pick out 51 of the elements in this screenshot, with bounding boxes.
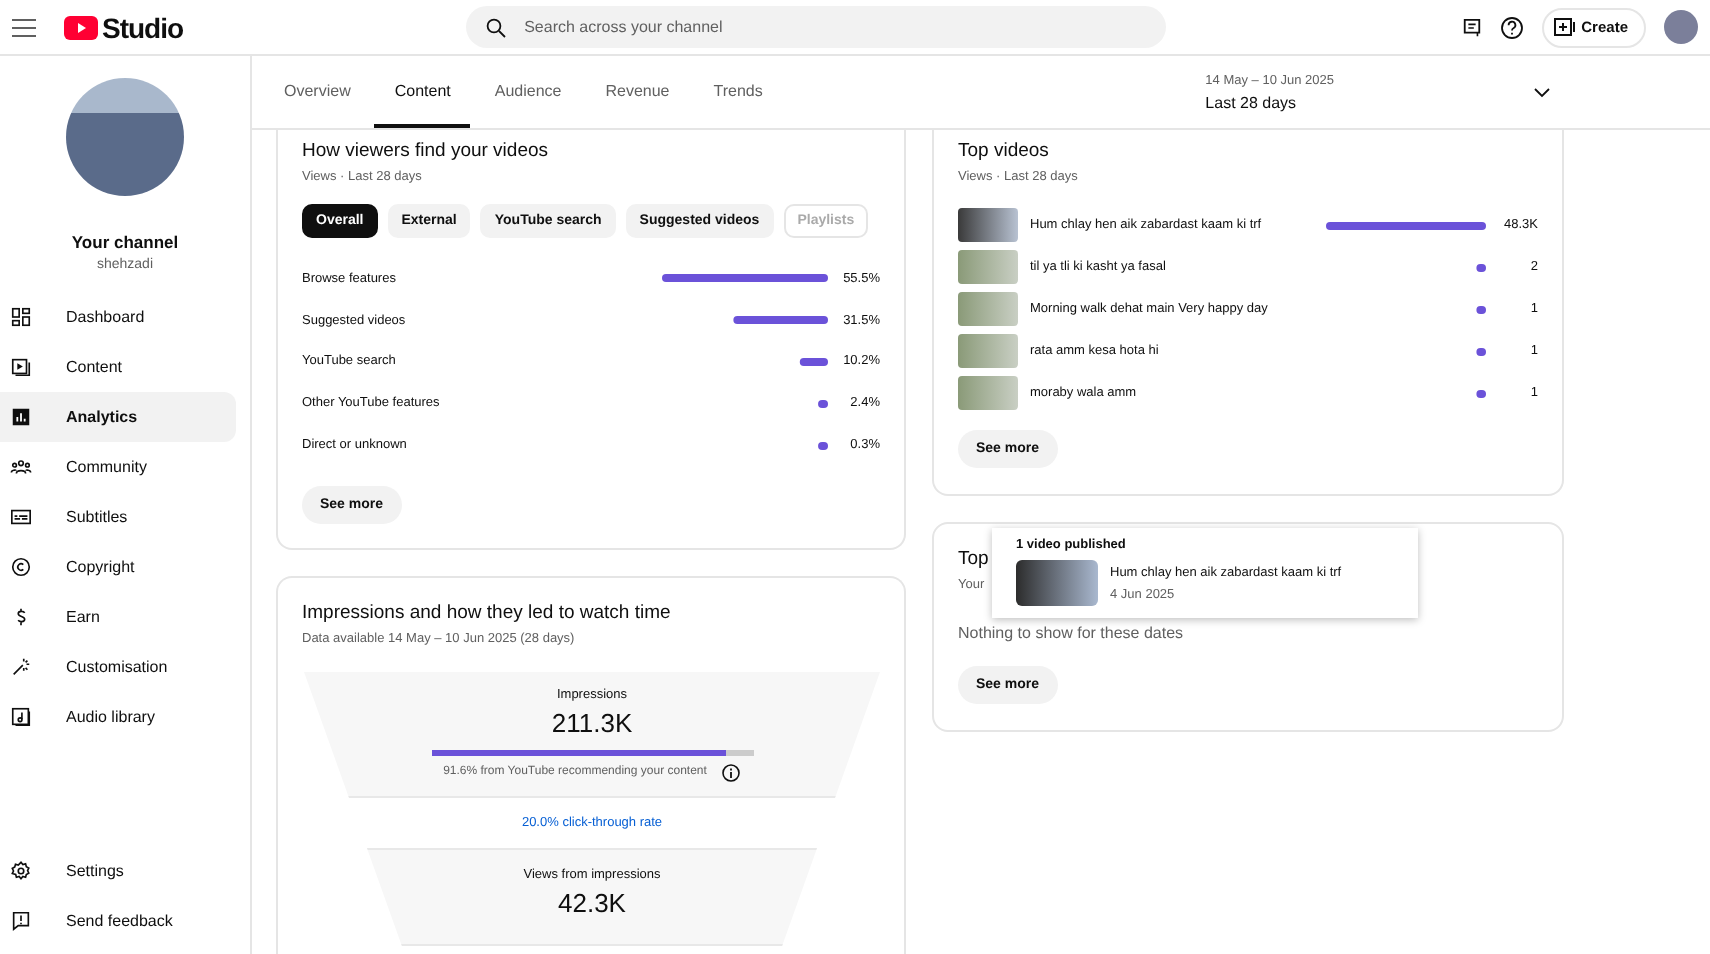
tab[interactable]: Overview [264,56,371,128]
tab[interactable]: Revenue [585,56,690,128]
sidebar-item[interactable]: Subtitles [0,492,236,542]
thumbnail-placeholder[interactable] [958,334,1018,368]
music-note-box-icon [10,706,32,728]
sidebar-item[interactable]: Settings [0,846,236,896]
dashboard-icon [10,306,32,328]
logo-text[interactable]: Studio [102,11,184,43]
sidebar-item[interactable]: Earn [0,592,236,642]
date-range-label: Last 28 days [1205,93,1299,111]
subtitles-icon [10,506,32,528]
sidebar-item[interactable]: Dashboard [0,292,236,342]
search-field[interactable]: Search across your channel [466,6,1167,48]
thumbnail-placeholder[interactable] [958,208,1018,242]
card-title: Top [958,548,991,570]
info-icon[interactable] [722,763,741,782]
channel-name: Your channel [71,232,179,252]
tab[interactable]: Audience [474,56,582,128]
gear-icon [10,860,32,882]
tab[interactable]: Trends [693,56,783,128]
search-icon[interactable] [486,17,507,37]
people-icon [10,456,32,478]
sidebar-item[interactable]: Customisation [0,642,236,692]
thumbnail-placeholder[interactable] [958,292,1018,326]
menu-icon[interactable] [12,17,36,37]
feedback-icon [10,910,32,932]
card-title: Top videos [958,140,1051,162]
metric-value: 42.3K [558,887,626,918]
help-icon[interactable] [1499,15,1524,39]
card-title: How viewers find your videos [302,140,551,162]
sidebar-item[interactable]: Community [0,442,236,492]
comment-icon[interactable] [1461,17,1482,37]
bar-chart-icon [10,406,32,428]
magic-wand-icon [10,656,32,678]
metric-value: 211.3K [551,707,633,738]
sidebar-item[interactable]: Audio library [0,692,236,742]
chevron-down-icon [1534,87,1550,97]
empty-state-text: Nothing to show for these dates [958,624,1186,642]
add-video-icon [1553,18,1576,36]
video-box-icon [10,356,32,378]
play-logo-icon[interactable] [64,15,98,39]
sidebar-item[interactable]: Copyright [0,542,236,592]
thumbnail-placeholder[interactable] [958,250,1018,284]
sidebar-item[interactable]: Send feedback [0,896,236,946]
thumbnail-placeholder[interactable] [1016,560,1098,606]
copyright-icon [10,556,32,578]
sidebar-item[interactable]: Content [0,342,236,392]
thumbnail-placeholder[interactable] [958,376,1018,410]
card-title: Impressions and how they led to watch time [302,601,673,624]
sidebar-item[interactable]: Analytics [0,392,236,442]
avatar-circle[interactable] [1664,10,1698,44]
